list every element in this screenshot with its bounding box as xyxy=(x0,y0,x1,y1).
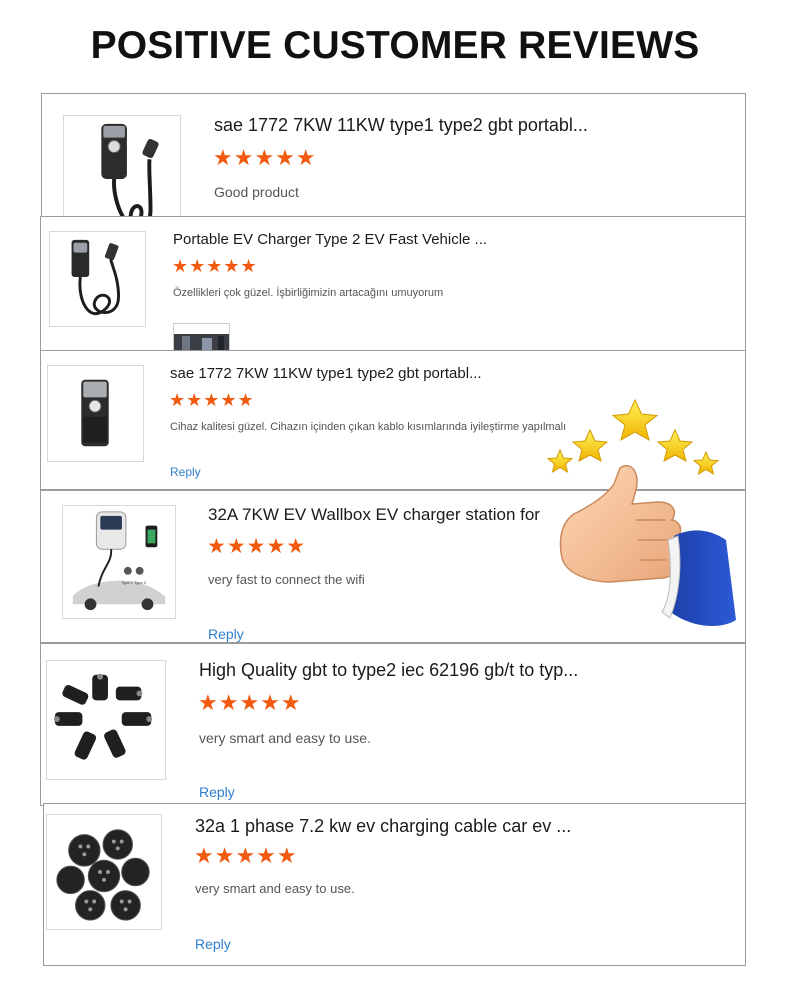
rating-stars: ★★★★★ xyxy=(194,844,298,869)
reply-link[interactable]: Reply xyxy=(199,784,235,800)
review-text: very fast to connect the wifi xyxy=(208,572,365,587)
product-title[interactable]: 32A 7KW EV Wallbox EV charger station fo… xyxy=(208,505,540,525)
rating-stars: ★★★★★ xyxy=(207,534,307,558)
product-title[interactable]: Portable EV Charger Type 2 EV Fast Vehic… xyxy=(173,231,487,248)
product-title[interactable]: sae 1772 7KW 11KW type1 type2 gbt portab… xyxy=(214,115,588,136)
review-card-2: Portable EV Charger Type 2 EV Fast Vehic… xyxy=(40,216,746,356)
rating-stars: ★★★★★ xyxy=(169,390,255,411)
review-text: Özellikleri çok güzel. İşbirliğimizin ar… xyxy=(173,287,444,299)
thumbs-up-stars-icon xyxy=(540,398,740,638)
page-title: POSITIVE CUSTOMER REVIEWS xyxy=(90,24,700,67)
adapters-icon xyxy=(53,673,153,760)
review-text: very smart and easy to use. xyxy=(199,730,371,746)
review-text: Cihaz kalitesi güzel. Cihazın içinden çı… xyxy=(170,421,567,433)
product-title[interactable]: High Quality gbt to type2 iec 62196 gb/t… xyxy=(199,660,578,681)
rating-stars: ★★★★★ xyxy=(213,146,317,171)
review-card-5: High Quality gbt to type2 iec 62196 gb/t… xyxy=(40,643,746,806)
wallbox-car-icon xyxy=(72,511,166,611)
connector-plugs-icon xyxy=(56,829,150,921)
product-image[interactable]: Type 1 Type 2 xyxy=(62,505,176,619)
image-caption: Type 1 Type 2 xyxy=(121,580,147,585)
product-image[interactable] xyxy=(46,814,162,930)
product-image[interactable] xyxy=(49,231,146,327)
review-card-1: sae 1772 7KW 11KW type1 type2 gbt portab… xyxy=(41,93,746,233)
reply-link[interactable]: Reply xyxy=(195,936,231,952)
charger-box-icon xyxy=(81,379,109,447)
reply-link[interactable]: Reply xyxy=(208,626,244,642)
product-image[interactable] xyxy=(46,660,166,780)
rating-stars: ★★★★★ xyxy=(172,256,258,277)
product-image[interactable] xyxy=(47,365,144,462)
portable-charger-icon xyxy=(71,239,121,316)
reply-link[interactable]: Reply xyxy=(170,465,201,479)
review-text: very smart and easy to use. xyxy=(195,881,355,896)
rating-stars: ★★★★★ xyxy=(198,691,302,716)
product-title[interactable]: 32a 1 phase 7.2 kw ev charging cable car… xyxy=(195,816,571,837)
product-title[interactable]: sae 1772 7KW 11KW type1 type2 gbt portab… xyxy=(170,365,482,382)
review-card-6: 32a 1 phase 7.2 kw ev charging cable car… xyxy=(43,803,746,966)
review-text: Good product xyxy=(214,184,299,200)
